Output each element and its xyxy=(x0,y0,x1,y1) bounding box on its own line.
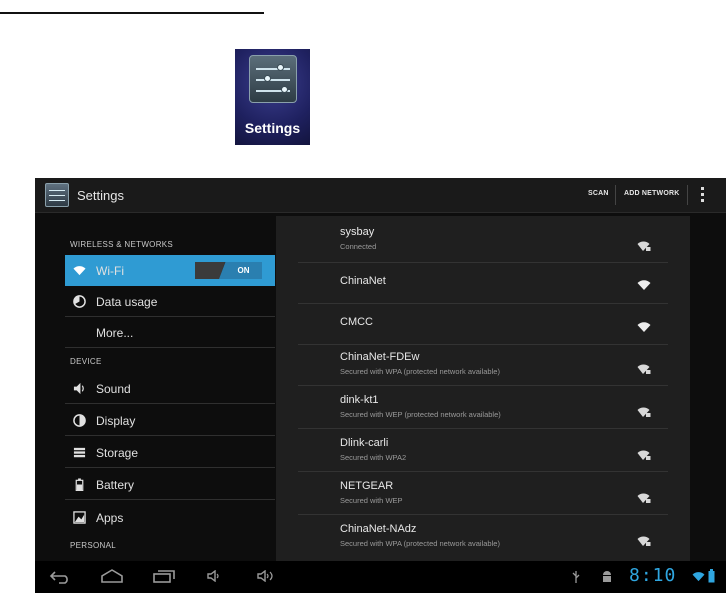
settings-sliders-icon xyxy=(249,55,297,103)
wifi-secured-icon xyxy=(637,450,651,460)
sidebar-item-apps[interactable]: Apps xyxy=(65,502,275,533)
wifi-open-icon xyxy=(637,280,651,290)
back-icon[interactable] xyxy=(49,570,71,584)
wifi-network-list: sysbay Connected ChinaNet CMCC ChinaNet-… xyxy=(276,216,690,561)
wifi-signal-icon xyxy=(692,572,705,582)
action-separator xyxy=(615,185,616,205)
sidebar-item-storage[interactable]: Storage xyxy=(65,437,275,468)
network-row-chinanet-nadz[interactable]: ChinaNet-NAdz Secured with WPA (protecte… xyxy=(298,517,668,558)
wifi-secured-icon xyxy=(637,536,651,546)
recent-apps-icon[interactable] xyxy=(153,569,175,583)
network-status: Secured with WPA (protected network avai… xyxy=(340,539,500,548)
status-clock: 8:10 xyxy=(629,565,677,586)
sidebar-item-battery[interactable]: Battery xyxy=(65,469,275,500)
network-name: ChinaNet xyxy=(340,275,386,287)
add-network-button[interactable]: ADD NETWORK xyxy=(624,190,679,197)
sidebar-item-data-usage[interactable]: Data usage xyxy=(65,286,275,317)
network-status: Secured with WPA2 xyxy=(340,453,407,462)
battery-icon xyxy=(75,478,84,491)
settings-app-icon[interactable] xyxy=(45,183,69,207)
sidebar-item-more[interactable]: More... xyxy=(65,317,275,348)
wifi-open-icon xyxy=(637,322,651,332)
sidebar-item-label: Apps xyxy=(96,511,124,525)
top-rule xyxy=(0,12,264,14)
section-header-personal: PERSONAL xyxy=(70,541,116,550)
tablet-screen: Settings SCAN ADD NETWORK WIRELESS & NET… xyxy=(35,178,726,593)
volume-up-icon[interactable] xyxy=(257,570,279,582)
usb-icon xyxy=(572,571,580,583)
section-header-device: DEVICE xyxy=(70,357,102,366)
storage-icon xyxy=(73,447,86,458)
action-bar-title: Settings xyxy=(77,188,124,203)
android-debug-icon xyxy=(603,571,611,582)
network-row-cmcc[interactable]: CMCC xyxy=(298,304,668,345)
network-row-sysbay[interactable]: sysbay Connected xyxy=(298,222,668,263)
settings-sidebar: WIRELESS & NETWORKS Wi-Fi ON Data usage … xyxy=(65,213,275,561)
network-name: CMCC xyxy=(340,316,373,328)
apps-icon xyxy=(73,511,86,524)
section-header-wireless: WIRELESS & NETWORKS xyxy=(70,240,174,249)
wifi-toggle[interactable]: ON xyxy=(195,262,262,279)
sidebar-item-label: Wi-Fi xyxy=(96,264,124,278)
data-usage-icon xyxy=(73,295,86,308)
network-row-dlink-carli[interactable]: Dlink-carli Secured with WPA2 xyxy=(298,431,668,472)
network-name: ChinaNet-FDEw xyxy=(340,351,420,363)
network-row-dink-kt1[interactable]: dink-kt1 Secured with WEP (protected net… xyxy=(298,388,668,429)
sidebar-item-display[interactable]: Display xyxy=(65,405,275,436)
settings-launcher-icon[interactable]: Settings xyxy=(235,49,310,145)
sidebar-item-sound[interactable]: Sound xyxy=(65,373,275,404)
scan-button[interactable]: SCAN xyxy=(588,190,609,197)
wifi-secured-icon xyxy=(637,241,651,251)
sidebar-item-label: More... xyxy=(96,326,134,340)
network-name: ChinaNet-NAdz xyxy=(340,523,417,535)
network-status: Secured with WEP (protected network avai… xyxy=(340,410,501,419)
settings-launcher-label: Settings xyxy=(244,120,301,136)
wifi-secured-icon xyxy=(637,493,651,503)
sidebar-item-label: Storage xyxy=(96,446,139,460)
network-name: Dlink-carli xyxy=(340,437,389,449)
network-name: dink-kt1 xyxy=(340,394,379,406)
sidebar-item-wifi[interactable]: Wi-Fi ON xyxy=(65,255,275,286)
battery-icon xyxy=(708,569,715,583)
wifi-secured-icon xyxy=(637,364,651,374)
home-icon[interactable] xyxy=(100,568,124,584)
volume-down-icon[interactable] xyxy=(207,570,223,582)
network-row-netgear[interactable]: NETGEAR Secured with WEP xyxy=(298,474,668,515)
overflow-menu-icon[interactable] xyxy=(701,187,705,205)
sidebar-item-label: Display xyxy=(96,414,136,428)
sound-icon xyxy=(73,382,84,395)
action-separator xyxy=(687,185,688,205)
network-name: sysbay xyxy=(340,226,375,238)
wifi-secured-icon xyxy=(637,407,651,417)
network-status: Secured with WPA (protected network avai… xyxy=(340,367,500,376)
network-name: NETGEAR xyxy=(340,480,394,492)
sidebar-item-label: Sound xyxy=(96,382,131,396)
display-icon xyxy=(73,414,86,427)
network-row-chinanet-fdew[interactable]: ChinaNet-FDEw Secured with WPA (protecte… xyxy=(298,345,668,386)
system-bar: 8:10 xyxy=(35,561,726,593)
network-row-chinanet[interactable]: ChinaNet xyxy=(298,263,668,304)
sidebar-item-label: Battery xyxy=(96,478,135,492)
network-status: Connected xyxy=(340,242,377,251)
wifi-toggle-state: ON xyxy=(219,262,262,279)
sidebar-item-label: Data usage xyxy=(96,295,158,309)
action-bar: Settings SCAN ADD NETWORK xyxy=(35,178,726,213)
network-status: Secured with WEP xyxy=(340,496,403,505)
wifi-icon xyxy=(73,266,86,276)
